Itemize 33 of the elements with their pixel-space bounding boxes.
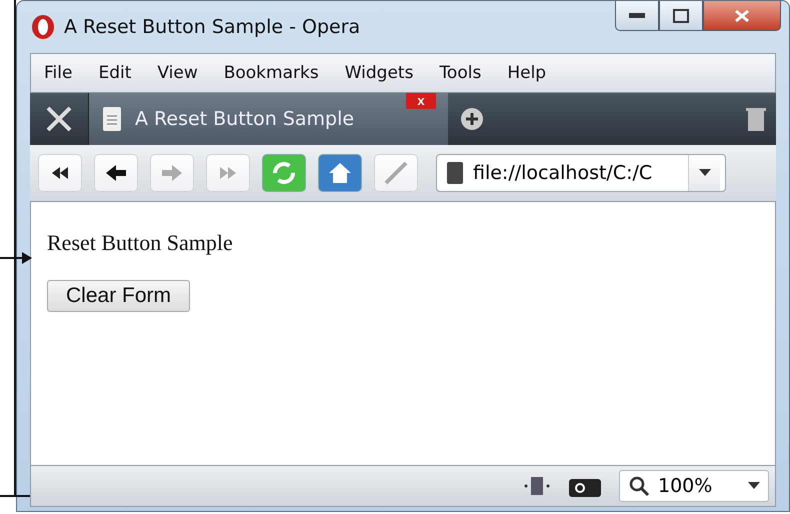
caret-icon — [748, 482, 760, 490]
search-icon — [628, 475, 650, 497]
page-heading: Reset Button Sample — [47, 230, 233, 256]
document-icon — [103, 107, 121, 131]
menu-item[interactable]: Help — [494, 63, 560, 83]
menu-item[interactable]: View — [144, 63, 211, 83]
zoom-field[interactable]: 100% — [619, 470, 769, 502]
menu-item[interactable]: Edit — [85, 63, 144, 83]
maximize-icon — [673, 8, 689, 22]
address-bar[interactable]: file://localhost/C:/C — [436, 154, 726, 192]
page-icon — [523, 475, 551, 497]
add-tab-icon[interactable] — [460, 107, 484, 131]
menu-item[interactable]: File — [31, 63, 86, 83]
menu-item[interactable]: Widgets — [332, 63, 426, 83]
browser-tab[interactable]: A Reset Button Sample x — [88, 93, 448, 145]
close-button[interactable] — [703, 1, 781, 31]
minimize-button[interactable] — [615, 1, 659, 31]
window-title: A Reset Button Sample - Opera — [64, 16, 360, 38]
dropdown-button[interactable] — [688, 155, 720, 191]
trash-icon[interactable] — [746, 107, 766, 131]
home-button[interactable] — [318, 154, 362, 192]
back-button[interactable] — [94, 154, 138, 192]
clear-form-button[interactable]: Clear Form — [47, 280, 190, 312]
caret-icon — [698, 169, 710, 177]
menu-item[interactable]: Bookmarks — [210, 63, 332, 83]
close-icon — [734, 8, 750, 22]
reload-icon — [270, 159, 298, 187]
tab-close-button[interactable]: x — [406, 93, 436, 109]
document-icon — [447, 162, 463, 184]
rewind-button[interactable] — [38, 154, 82, 192]
minimize-icon — [629, 12, 645, 18]
menu-item[interactable]: Tools — [426, 63, 494, 83]
maximize-button[interactable] — [659, 1, 703, 31]
